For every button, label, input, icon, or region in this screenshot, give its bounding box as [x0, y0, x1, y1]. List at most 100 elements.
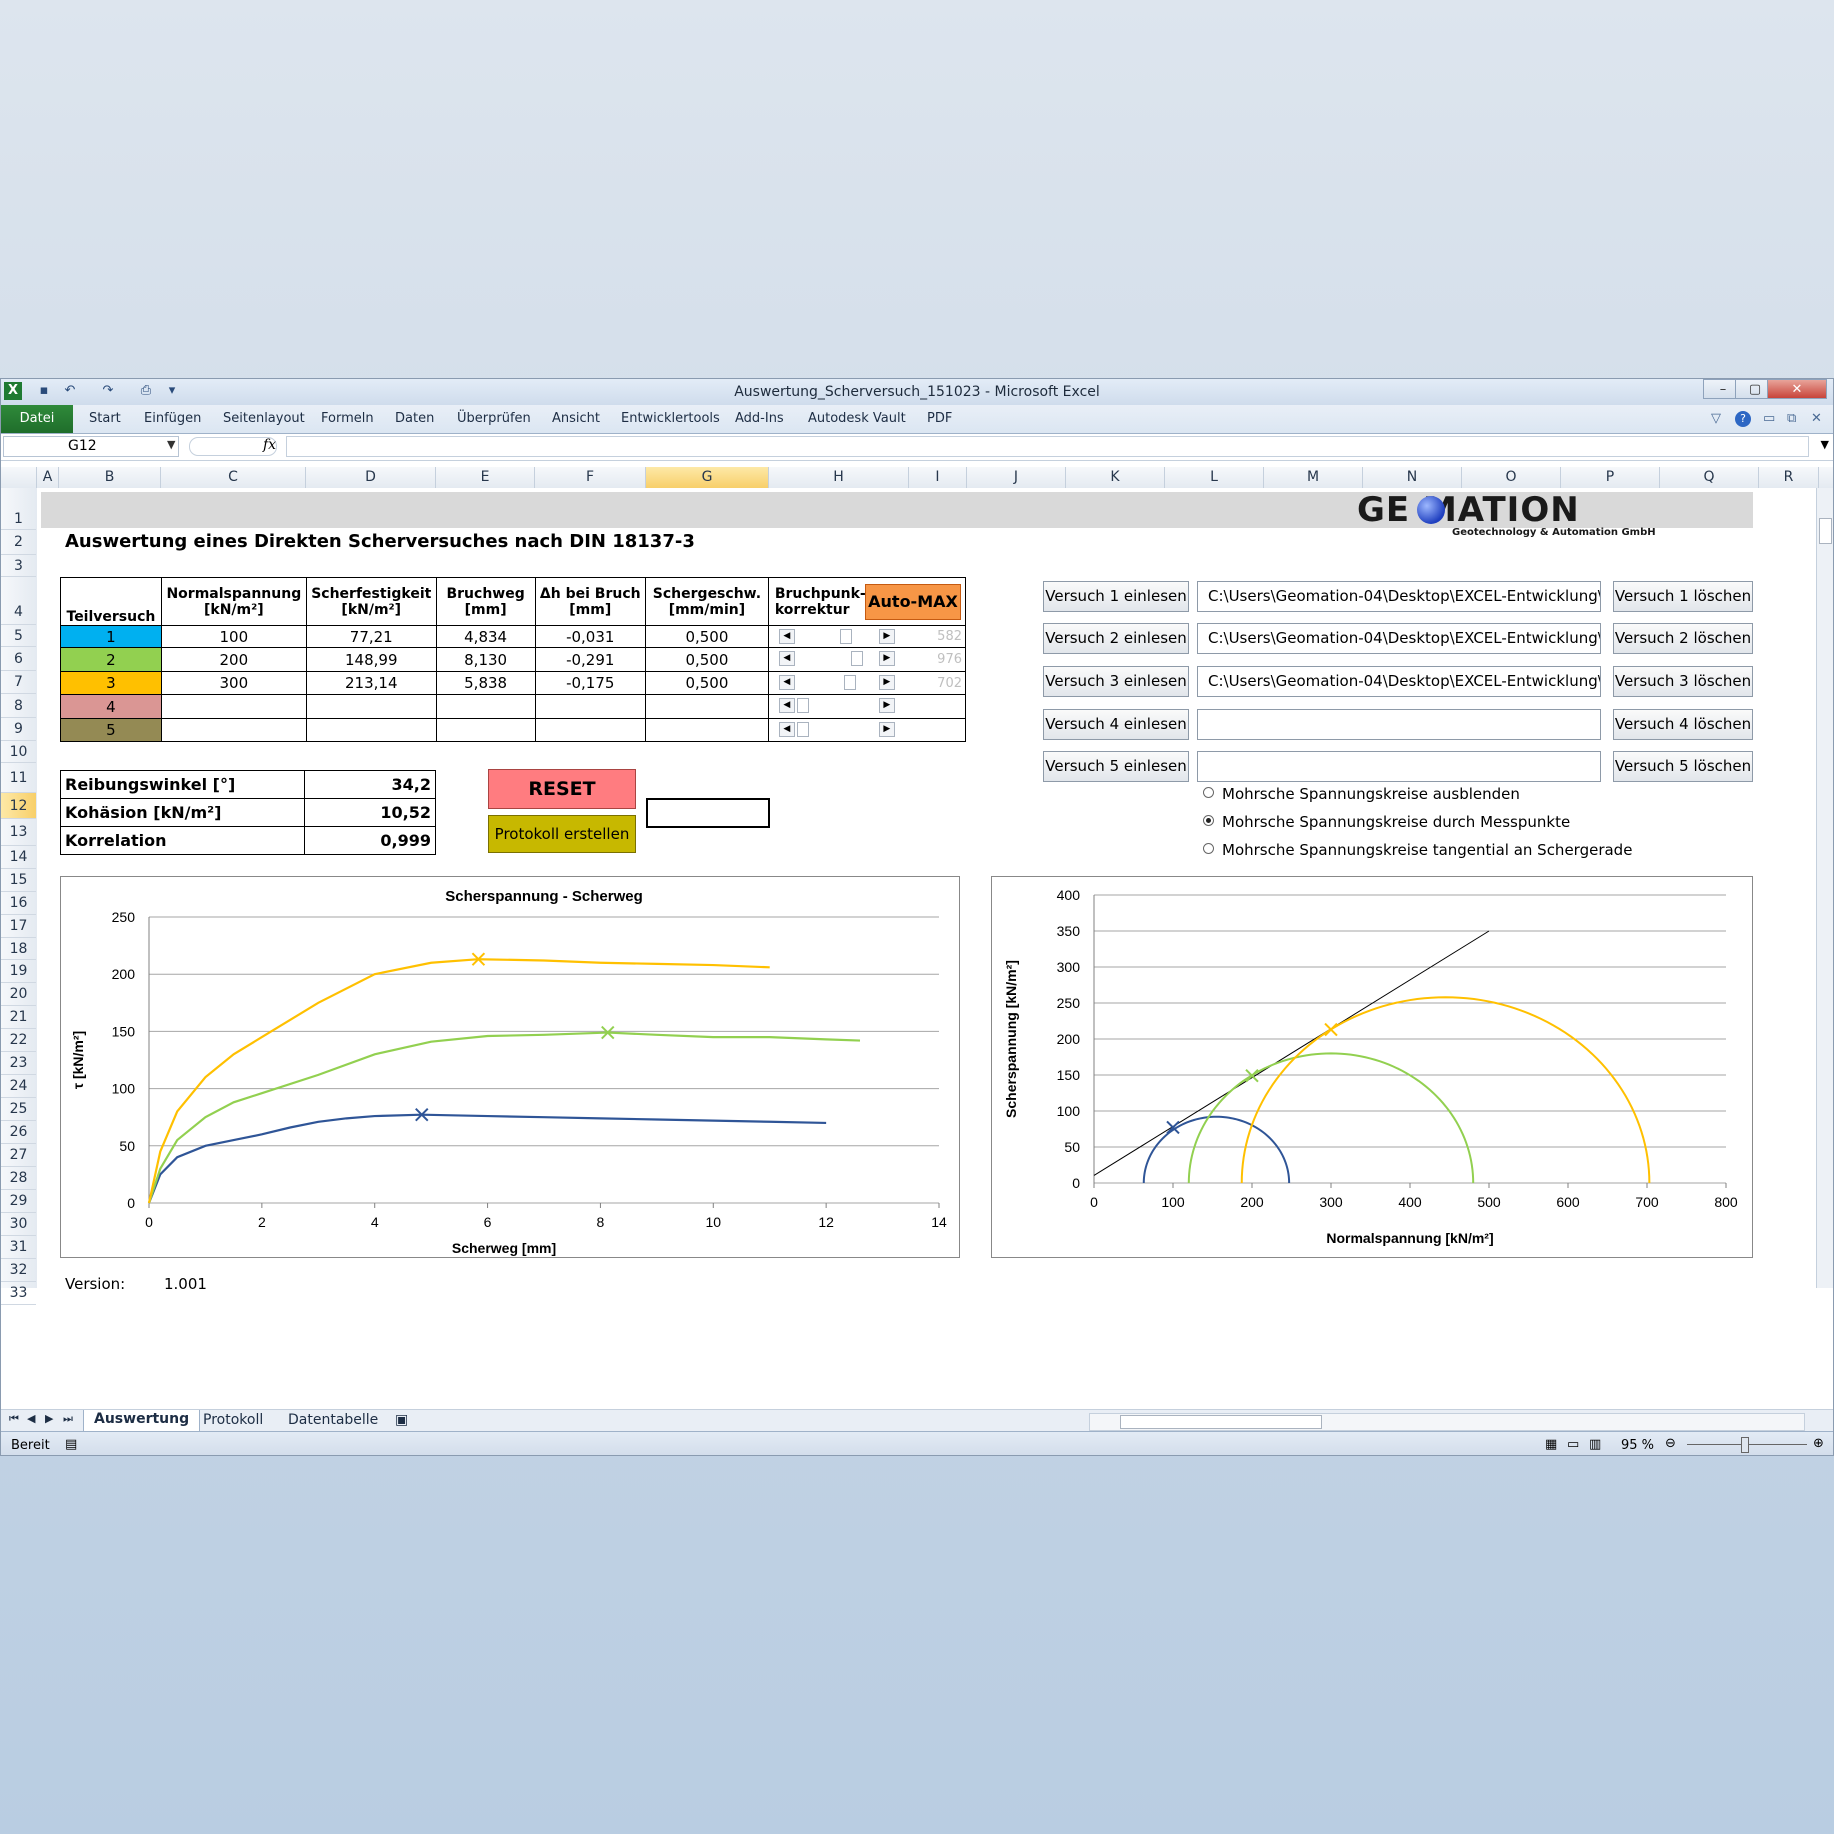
- help-icon[interactable]: ?: [1735, 411, 1751, 427]
- row-header[interactable]: 13: [1, 819, 36, 846]
- auto-max-button[interactable]: Auto-MAX: [865, 584, 961, 620]
- zoom-out-icon[interactable]: ⊖: [1665, 1436, 1676, 1451]
- row-header[interactable]: 5: [1, 625, 36, 647]
- macro-record-icon[interactable]: ▤: [65, 1437, 77, 1452]
- scroll-right-icon[interactable]: ▶: [878, 651, 895, 666]
- zoom-level[interactable]: 95 %: [1621, 1438, 1654, 1453]
- sheet-tab-protokoll[interactable]: Protokoll: [203, 1412, 263, 1428]
- insert-sheet-icon[interactable]: ▣: [395, 1412, 408, 1428]
- versuch-2-loeschen-button[interactable]: Versuch 2 löschen: [1613, 623, 1753, 654]
- tab-entwicklertools[interactable]: Entwicklertools: [621, 411, 720, 426]
- tab-nav-prev-icon[interactable]: ◀: [27, 1412, 35, 1425]
- column-header[interactable]: O: [1462, 467, 1561, 488]
- versuch-1-loeschen-button[interactable]: Versuch 1 löschen: [1613, 581, 1753, 612]
- row-header[interactable]: 8: [1, 694, 36, 718]
- tab-nav-last-icon[interactable]: ⏭: [63, 1412, 73, 1426]
- normal-view-icon[interactable]: ▦: [1545, 1437, 1557, 1452]
- bruchpunkt-scrollbar[interactable]: ◀ ▶: [778, 721, 895, 738]
- formula-expand-icon[interactable]: ▼: [1821, 438, 1829, 451]
- tab-daten[interactable]: Daten: [395, 411, 434, 426]
- row-header[interactable]: 17: [1, 915, 36, 938]
- column-header[interactable]: M: [1264, 467, 1363, 488]
- versuch-4-einlesen-button[interactable]: Versuch 4 einlesen: [1043, 709, 1189, 740]
- row-header-selected[interactable]: 12: [1, 793, 36, 819]
- chart-mohr-circles[interactable]: 0 50 100 150 200 250 300 350 400 0 100 200 300 400 500…: [991, 876, 1753, 1258]
- sheet-tab-datentabelle[interactable]: Datentabelle: [288, 1412, 378, 1428]
- column-header-selected[interactable]: G: [646, 467, 769, 488]
- row-header[interactable]: 33: [1, 1282, 36, 1305]
- scroll-thumb[interactable]: [840, 629, 853, 644]
- scroll-left-icon[interactable]: ◀: [778, 675, 795, 690]
- name-box[interactable]: G12: [3, 436, 179, 457]
- scroll-thumb[interactable]: [796, 698, 809, 713]
- scroll-right-icon[interactable]: ▶: [878, 698, 895, 713]
- row-header[interactable]: 3: [1, 555, 36, 577]
- column-header[interactable]: A: [37, 467, 59, 488]
- scroll-thumb[interactable]: [843, 675, 856, 690]
- scroll-right-icon[interactable]: ▶: [878, 675, 895, 690]
- column-header[interactable]: J: [967, 467, 1066, 488]
- formula-input[interactable]: [286, 436, 1809, 457]
- select-all-corner[interactable]: [1, 467, 37, 488]
- name-box-dropdown-icon[interactable]: ▼: [167, 438, 175, 451]
- versuch-3-path-field[interactable]: C:\Users\Geomation-04\Desktop\EXCEL-Entw…: [1197, 666, 1601, 697]
- column-header[interactable]: C: [161, 467, 306, 488]
- row-header[interactable]: 1: [1, 488, 36, 530]
- scroll-left-icon[interactable]: ◀: [778, 651, 795, 666]
- tab-autodesk-vault[interactable]: Autodesk Vault: [808, 411, 906, 426]
- row-header[interactable]: 16: [1, 892, 36, 915]
- column-header[interactable]: Q: [1660, 467, 1759, 488]
- tab-seitenlayout[interactable]: Seitenlayout: [223, 411, 305, 426]
- insert-function-icon[interactable]: fx: [263, 437, 276, 453]
- doc-restore-icon[interactable]: ⧉: [1787, 411, 1796, 426]
- versuch-4-loeschen-button[interactable]: Versuch 4 löschen: [1613, 709, 1753, 740]
- row-header[interactable]: 14: [1, 846, 36, 869]
- row-header[interactable]: 24: [1, 1075, 36, 1098]
- column-header[interactable]: D: [306, 467, 436, 488]
- row-header[interactable]: 23: [1, 1052, 36, 1075]
- tab-start[interactable]: Start: [89, 411, 121, 426]
- horizontal-scroll-thumb[interactable]: [1120, 1415, 1322, 1429]
- tab-ueberpruefen[interactable]: Überprüfen: [457, 411, 531, 426]
- column-header[interactable]: P: [1561, 467, 1660, 488]
- scroll-left-icon[interactable]: ◀: [778, 629, 795, 644]
- row-header[interactable]: 9: [1, 718, 36, 741]
- radio-dot-checked[interactable]: [1203, 815, 1214, 826]
- column-header[interactable]: L: [1165, 467, 1264, 488]
- row-header[interactable]: 27: [1, 1144, 36, 1167]
- radio-durch-messpunkte[interactable]: Mohrsche Spannungskreise durch Messpunkt…: [1203, 813, 1570, 831]
- zoom-slider-thumb[interactable]: [1741, 1437, 1749, 1453]
- row-header[interactable]: 2: [1, 530, 36, 555]
- radio-ausblenden[interactable]: Mohrsche Spannungskreise ausblenden: [1203, 785, 1520, 803]
- versuch-3-einlesen-button[interactable]: Versuch 3 einlesen: [1043, 666, 1189, 697]
- row-header[interactable]: 29: [1, 1190, 36, 1213]
- versuch-1-einlesen-button[interactable]: Versuch 1 einlesen: [1043, 581, 1189, 612]
- page-layout-view-icon[interactable]: ▭: [1567, 1437, 1579, 1452]
- close-button[interactable]: ✕: [1767, 379, 1827, 399]
- tab-pdf[interactable]: PDF: [927, 411, 952, 426]
- selected-cell-g12[interactable]: [646, 798, 770, 828]
- versuch-5-path-field[interactable]: [1197, 751, 1601, 782]
- row-header[interactable]: 32: [1, 1259, 36, 1282]
- zoom-in-icon[interactable]: ⊕: [1813, 1436, 1824, 1451]
- bruchpunkt-scrollbar[interactable]: ◀ ▶: [778, 697, 895, 714]
- row-header[interactable]: 7: [1, 671, 36, 694]
- radio-tangential[interactable]: Mohrsche Spannungskreise tangential an S…: [1203, 841, 1632, 859]
- row-header[interactable]: 10: [1, 741, 36, 763]
- scroll-right-icon[interactable]: ▶: [878, 722, 895, 737]
- tab-nav-next-icon[interactable]: ▶: [45, 1412, 53, 1425]
- versuch-4-path-field[interactable]: [1197, 709, 1601, 740]
- scroll-thumb[interactable]: [850, 651, 863, 666]
- row-header[interactable]: 18: [1, 938, 36, 960]
- versuch-5-einlesen-button[interactable]: Versuch 5 einlesen: [1043, 751, 1189, 782]
- column-header[interactable]: R: [1759, 467, 1819, 488]
- page-break-view-icon[interactable]: ▥: [1589, 1437, 1601, 1452]
- ribbon-collapse-icon[interactable]: ▽: [1711, 411, 1721, 426]
- row-header[interactable]: 31: [1, 1236, 36, 1259]
- radio-dot[interactable]: [1203, 787, 1214, 798]
- row-header[interactable]: 30: [1, 1213, 36, 1236]
- tab-nav-first-icon[interactable]: ⏮: [9, 1412, 19, 1426]
- tab-datei[interactable]: Datei: [1, 405, 73, 433]
- bruchpunkt-scrollbar[interactable]: ◀ ▶: [778, 650, 895, 667]
- row-header[interactable]: 21: [1, 1006, 36, 1029]
